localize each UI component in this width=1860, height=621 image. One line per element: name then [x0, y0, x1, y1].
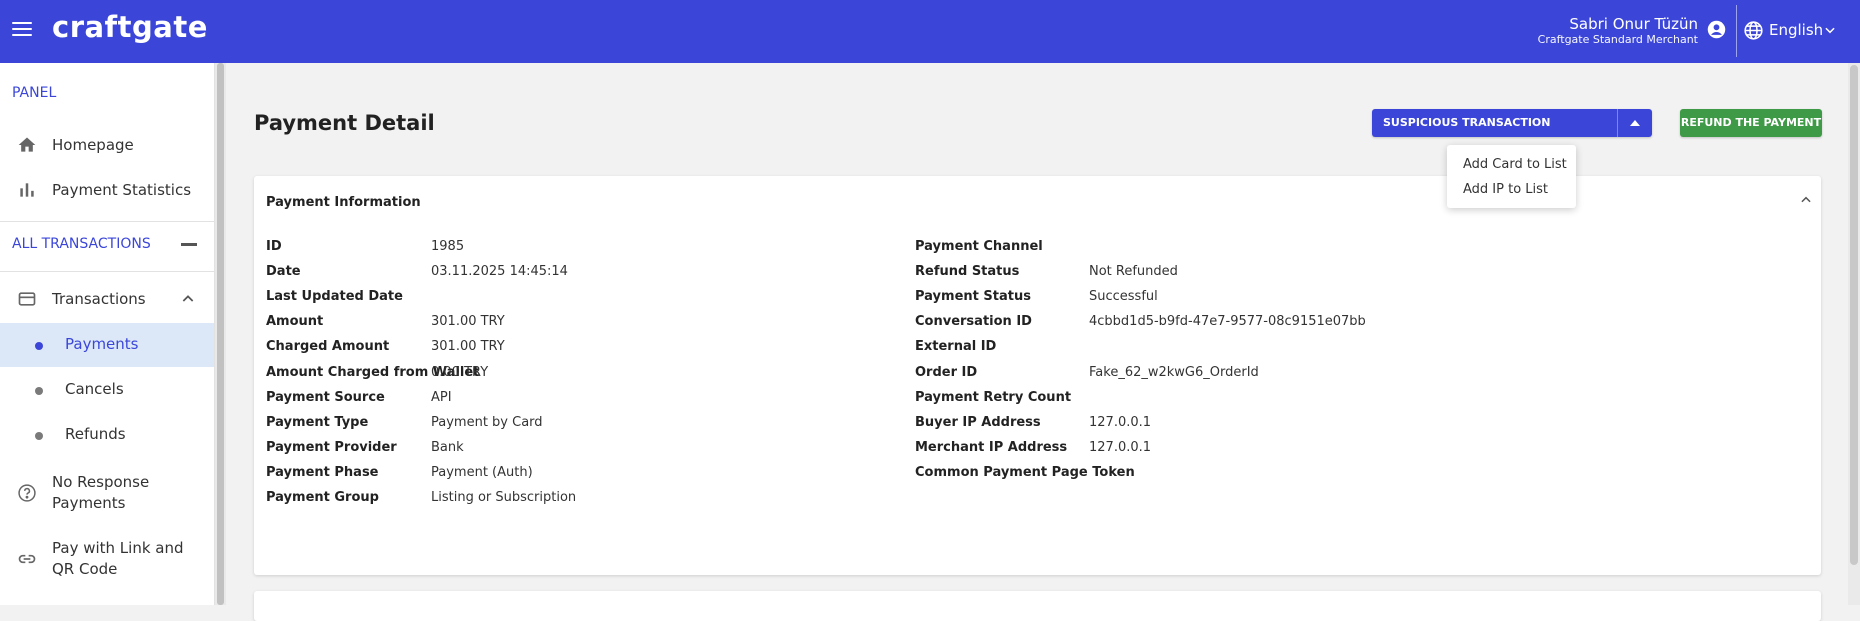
field-value: 03.11.2025 14:45:14: [431, 264, 568, 280]
home-icon: [18, 137, 36, 152]
field-label: External ID: [915, 339, 997, 355]
sidebar-item-cancels[interactable]: Cancels: [0, 368, 214, 412]
scrollbar-thumb[interactable]: [217, 63, 224, 605]
field-value: 4cbbd1d5-b9fd-47e7-9577-08c9151e07bb: [1089, 314, 1366, 330]
user-info[interactable]: Sabri Onur Tüzün Craftgate Standard Merc…: [1538, 15, 1698, 46]
field-label: Amount: [266, 314, 324, 330]
refund-payment-button[interactable]: REFUND THE PAYMENT: [1680, 109, 1822, 137]
field-value: Bank: [431, 439, 464, 455]
field-label: Order ID: [915, 364, 978, 380]
sidebar-scrollbar[interactable]: [215, 63, 226, 605]
field-value: Fake_62_w2kwG6_OrderId: [1089, 364, 1259, 380]
field-label: Payment Retry Count: [915, 389, 1072, 405]
link-icon: [18, 554, 36, 564]
language-selector[interactable]: English: [1769, 21, 1823, 39]
sidebar-item-label: Pay with Link and QR Code: [52, 539, 184, 578]
globe-icon[interactable]: [1743, 20, 1764, 41]
sidebar-item-refunds[interactable]: Refunds: [0, 413, 214, 457]
sidebar-item-payments[interactable]: Payments: [0, 323, 214, 367]
field-value: Payment (Auth): [431, 464, 533, 480]
panel-section-title: PANEL: [12, 85, 57, 101]
field-label: Refund Status: [915, 264, 1020, 280]
menu-icon[interactable]: [12, 22, 32, 38]
field-value: 127.0.0.1: [1089, 414, 1152, 430]
sidebar-item-label: No Response Payments: [52, 473, 150, 512]
suspicious-transaction-button[interactable]: SUSPICIOUS TRANSACTION MANAGEMENT: [1372, 109, 1617, 137]
sidebar-item-payment-statistics[interactable]: Payment Statistics: [0, 170, 214, 210]
field-label: ID: [266, 239, 282, 254]
payment-information-card: Payment Information ID 1985 Date 03.11.2025…: [254, 176, 1821, 575]
suspicious-dropdown-menu: Add Card to List Add IP to List: [1447, 145, 1576, 208]
field-label: Payment Group: [266, 490, 379, 505]
field-value: Not Refunded: [1089, 264, 1178, 280]
sidebar-item-label: Homepage: [52, 135, 134, 154]
sidebar-item-label: Refunds: [65, 425, 126, 443]
field-label: Payment Channel: [915, 239, 1043, 254]
dropdown-toggle-button[interactable]: [1617, 109, 1652, 137]
field-value: 301.00 TRY: [431, 314, 505, 330]
field-label: Payment Type: [266, 414, 369, 430]
secondary-card: [254, 591, 1821, 621]
field-label: Payment Phase: [266, 464, 379, 480]
field-value: 1985: [431, 239, 465, 254]
field-value: Payment by Card: [431, 414, 543, 430]
all-transactions-section-title[interactable]: ALL TRANSACTIONS: [12, 236, 151, 252]
sidebar-item-homepage[interactable]: Homepage: [0, 125, 214, 165]
sidebar-item-label: Transactions: [52, 289, 146, 308]
app-logo[interactable]: craftgate: [52, 10, 208, 44]
help-circle-icon: [18, 484, 36, 502]
chevron-up-icon[interactable]: [1799, 193, 1813, 207]
user-name: Sabri Onur Tüzün: [1569, 15, 1698, 33]
field-label: Last Updated Date: [266, 289, 403, 305]
main-scrollbar[interactable]: [1848, 63, 1860, 605]
collapse-icon[interactable]: [181, 243, 197, 246]
field-value: API: [431, 389, 452, 405]
field-value: 127.0.0.1: [1089, 439, 1152, 455]
bullet-icon: [35, 387, 43, 395]
sidebar: PANEL Homepage Payment Statistics ALL TR…: [0, 63, 215, 605]
field-label: Payment Status: [915, 289, 1031, 305]
card-title: Payment Information: [266, 195, 421, 210]
menu-item-add-ip[interactable]: Add IP to List: [1463, 182, 1548, 197]
caret-up-icon: [1630, 120, 1640, 126]
bar-chart-icon: [20, 183, 34, 197]
sidebar-item-label: Payment Statistics: [52, 180, 192, 199]
field-label: Payment Source: [266, 389, 385, 405]
field-value: 0.00 TRY: [431, 364, 489, 380]
credit-card-icon: [18, 292, 36, 306]
sidebar-item-label: Cancels: [65, 380, 124, 398]
field-label: Date: [266, 264, 301, 280]
field-value: Successful: [1089, 289, 1158, 305]
account-circle-icon[interactable]: [1706, 19, 1727, 40]
sidebar-item-transactions[interactable]: Transactions: [0, 279, 214, 319]
sidebar-item-pay-with-link[interactable]: Pay with Link and QR Code: [0, 533, 214, 585]
chevron-down-icon[interactable]: [1823, 23, 1837, 37]
bullet-icon: [35, 342, 43, 350]
user-role: Craftgate Standard Merchant: [1537, 33, 1698, 46]
field-label: Charged Amount: [266, 339, 390, 355]
suspicious-transaction-button-group: SUSPICIOUS TRANSACTION MANAGEMENT: [1372, 109, 1652, 137]
field-label: Merchant IP Address: [915, 439, 1068, 455]
page-title: Payment Detail: [254, 111, 435, 135]
chevron-up-icon[interactable]: [180, 291, 196, 307]
sidebar-item-no-response-payments[interactable]: No Response Payments: [0, 467, 214, 519]
field-label: Payment Provider: [266, 439, 397, 455]
bullet-icon: [35, 432, 43, 440]
field-value: 301.00 TRY: [431, 339, 505, 355]
sidebar-divider: [0, 271, 214, 272]
main-content: Payment Detail SUSPICIOUS TRANSACTION MA…: [226, 63, 1848, 621]
top-app-bar: craftgate Sabri Onur Tüzün Craftgate Sta…: [0, 0, 1860, 63]
menu-item-add-card[interactable]: Add Card to List: [1463, 157, 1567, 172]
header-divider: [1736, 5, 1737, 57]
scrollbar-thumb[interactable]: [1850, 65, 1858, 565]
field-label: Common Payment Page Token: [915, 464, 1135, 480]
field-value: Listing or Subscription: [431, 490, 577, 505]
field-label: Conversation ID: [915, 314, 1032, 330]
sidebar-item-label: Payments: [65, 335, 139, 353]
field-label: Buyer IP Address: [915, 414, 1041, 430]
sidebar-divider: [0, 221, 214, 222]
